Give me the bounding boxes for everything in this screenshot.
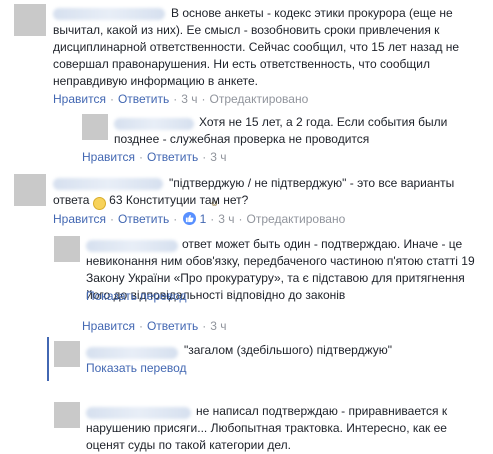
comment-actions: Нравится · Ответить · 1 · 3 ч · Отредактировано	[53, 212, 346, 226]
reply-link[interactable]: Ответить	[147, 150, 198, 164]
comment-1: В основе анкеты - кодекс этики прокурора…	[0, 0, 493, 110]
avatar[interactable]	[54, 402, 80, 428]
reply-link[interactable]: Ответить	[147, 319, 198, 333]
avatar[interactable]	[82, 114, 108, 140]
like-link[interactable]: Нравится	[53, 92, 106, 106]
comment-text: не написал подтверждаю - приравнивается …	[86, 404, 448, 452]
reply-link[interactable]: Ответить	[118, 92, 169, 106]
comment-text: Хотя не 15 лет, а 2 года. Если события б…	[114, 115, 448, 146]
reply-link[interactable]: Ответить	[118, 212, 169, 226]
comment-text: "загалом (здебільшого) підтверджую"	[184, 343, 393, 357]
see-translation-link[interactable]: Показать перевод	[86, 361, 187, 375]
comment-6: не написал подтверждаю - приравнивается …	[0, 398, 493, 452]
comment-5: "загалом (здебільшого) підтверджую" Пока…	[0, 337, 493, 381]
avatar[interactable]	[14, 4, 46, 36]
like-link[interactable]: Нравится	[82, 319, 135, 333]
comment-actions: Нравится · Ответить · 3 ч	[82, 150, 227, 164]
thumbs-up-icon[interactable]	[183, 212, 197, 225]
comment-2: Хотя не 15 лет, а 2 года. Если события б…	[0, 110, 493, 168]
like-link[interactable]: Нравится	[53, 212, 106, 226]
comment-text-part-2: 63 Конституции там нет?	[109, 193, 249, 207]
avatar[interactable]	[54, 236, 80, 262]
avatar[interactable]	[54, 341, 80, 367]
comment-actions: Нравится · Ответить · 3 ч	[82, 319, 227, 333]
comment-text: В основе анкеты - кодекс этики прокурора…	[53, 6, 460, 88]
smile-emoji-icon: ☺	[92, 197, 219, 210]
author-name[interactable]	[86, 347, 178, 359]
like-link[interactable]: Нравится	[82, 150, 135, 164]
edited-label[interactable]: Отредактировано	[247, 212, 346, 226]
avatar[interactable]	[14, 174, 46, 206]
timestamp[interactable]: 3 ч	[210, 150, 226, 164]
timestamp[interactable]: 3 ч	[181, 92, 197, 106]
comment-3: "підтверджую / не підтверджую" - это все…	[0, 170, 493, 230]
comment-actions: Нравится · Ответить · 3 ч · Отредактировано	[53, 92, 309, 106]
timestamp[interactable]: 3 ч	[218, 212, 234, 226]
timestamp[interactable]: 3 ч	[210, 319, 226, 333]
see-translation-link[interactable]: Показать перевод	[86, 289, 187, 303]
comment-text: "підтверджую / не підтверджую" - это все…	[53, 175, 483, 210]
comment-4: ответ может быть один - подтверждаю. Ина…	[0, 232, 493, 334]
edited-label[interactable]: Отредактировано	[210, 92, 309, 106]
